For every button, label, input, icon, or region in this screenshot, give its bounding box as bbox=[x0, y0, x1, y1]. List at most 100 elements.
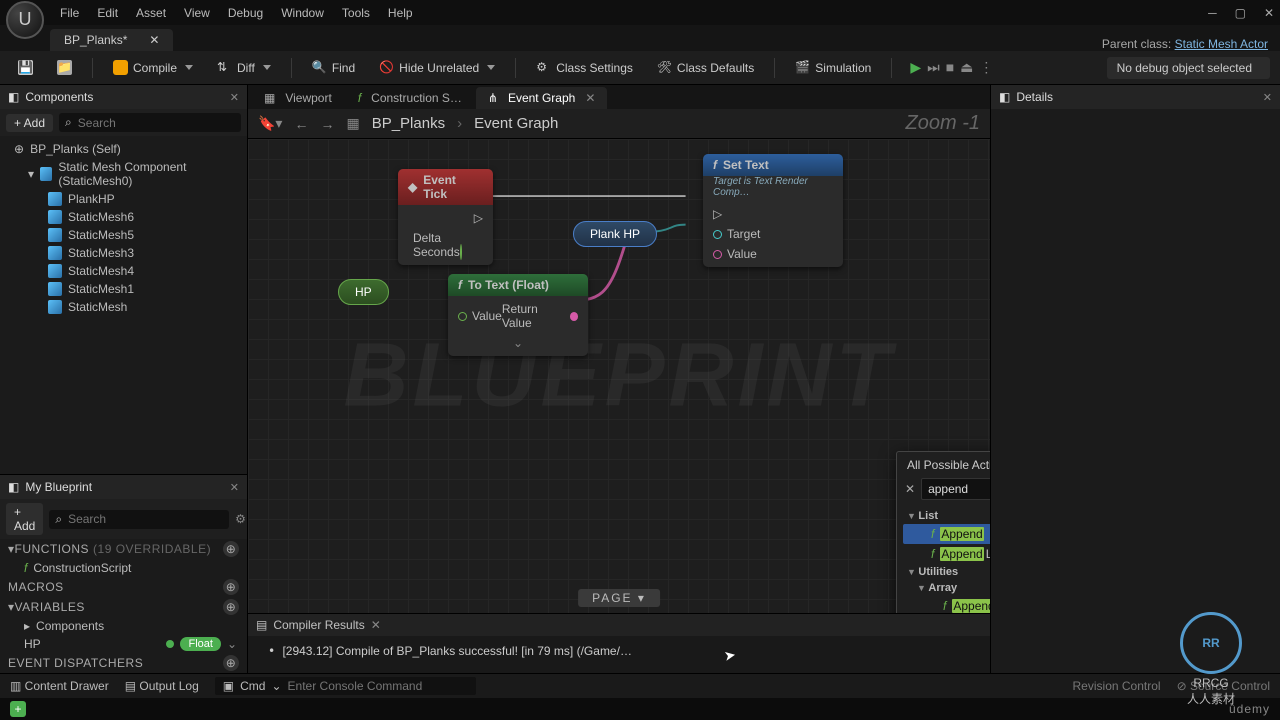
menu-view[interactable]: View bbox=[184, 6, 210, 20]
mesh-icon bbox=[48, 282, 62, 296]
console-input[interactable] bbox=[288, 679, 468, 693]
maximize-icon[interactable]: ▢ bbox=[1235, 6, 1246, 20]
tab-viewport[interactable]: ▦Viewport bbox=[252, 87, 344, 109]
minimize-icon[interactable]: ─ bbox=[1208, 6, 1217, 20]
tree-root[interactable]: ⊕BP_Planks (Self) bbox=[4, 140, 243, 158]
tree-item[interactable]: PlankHP bbox=[4, 190, 243, 208]
tree-item[interactable]: StaticMesh6 bbox=[4, 208, 243, 226]
tree-item[interactable]: StaticMesh1 bbox=[4, 280, 243, 298]
revision-control[interactable]: Revision Control bbox=[1073, 679, 1161, 693]
debug-object-selector[interactable]: No debug object selected bbox=[1107, 57, 1270, 79]
console-command[interactable]: ▣ Cmd ⌄ bbox=[215, 677, 476, 695]
blueprint-search-input[interactable] bbox=[68, 512, 223, 526]
menu-help[interactable]: Help bbox=[388, 6, 413, 20]
action-append-array[interactable]: fAppend Array bbox=[903, 596, 990, 613]
find-button[interactable]: 🔍Find bbox=[304, 56, 363, 79]
compiler-tab-label[interactable]: Compiler Results bbox=[273, 618, 364, 632]
action-append[interactable]: fAppend bbox=[903, 524, 990, 544]
output-log-button[interactable]: ▤ Output Log bbox=[125, 679, 199, 693]
menu-asset[interactable]: Asset bbox=[136, 6, 166, 20]
eject-icon[interactable]: ⏏ bbox=[960, 59, 973, 76]
chevron-down-icon[interactable]: ⌄ bbox=[227, 637, 237, 651]
step-icon[interactable]: ⏭ bbox=[927, 59, 940, 76]
parent-class-link[interactable]: Static Mesh Actor bbox=[1175, 37, 1268, 51]
node-event-tick[interactable]: ◆Event Tick ▷ Delta Seconds bbox=[398, 169, 493, 265]
my-blueprint-close-icon[interactable]: ✕ bbox=[230, 481, 239, 494]
compile-button[interactable]: Compile bbox=[105, 56, 201, 79]
tree-item[interactable]: StaticMesh4 bbox=[4, 262, 243, 280]
blueprint-search[interactable]: ⌕ bbox=[49, 510, 229, 529]
browse-icon[interactable]: 📁 bbox=[49, 56, 80, 79]
graph-grid-icon[interactable]: ▦ bbox=[346, 115, 359, 132]
class-defaults-button[interactable]: 🛠Class Defaults bbox=[649, 56, 762, 79]
add-tab-icon[interactable]: + bbox=[10, 701, 26, 717]
tree-item[interactable]: StaticMesh bbox=[4, 298, 243, 316]
components-subsection[interactable]: ▸ Components bbox=[0, 617, 247, 635]
document-tab-close-icon[interactable]: ✕ bbox=[149, 33, 159, 47]
class-settings-button[interactable]: ⚙Class Settings bbox=[528, 56, 641, 79]
context-search-input[interactable] bbox=[921, 478, 990, 500]
node-plank-hp[interactable]: Plank HP bbox=[573, 221, 657, 247]
cat-utilities[interactable]: Utilities bbox=[903, 564, 990, 580]
cat-array[interactable]: Array bbox=[903, 580, 990, 596]
action-append-list[interactable]: fAppend List bbox=[903, 544, 990, 564]
expand-icon[interactable]: ⌄ bbox=[458, 336, 578, 350]
play-options-icon[interactable]: ⋮ bbox=[979, 59, 993, 76]
page-indicator[interactable]: PAGE ▾ bbox=[578, 589, 660, 607]
add-macro-icon[interactable]: ⊕ bbox=[223, 579, 239, 595]
source-control[interactable]: ⊘ Source Control bbox=[1177, 679, 1270, 693]
event-graph-canvas[interactable]: BLUEPRINT ◆Event Tick ▷ Delta Seconds fS… bbox=[248, 139, 990, 613]
components-close-icon[interactable]: ✕ bbox=[230, 91, 239, 104]
menu-window[interactable]: Window bbox=[281, 6, 324, 20]
document-tab[interactable]: BP_Planks* ✕ bbox=[50, 29, 173, 51]
clear-search-icon[interactable]: ✕ bbox=[905, 482, 915, 496]
content-drawer-button[interactable]: ▥ Content Drawer bbox=[10, 679, 109, 693]
save-icon[interactable]: 💾 bbox=[10, 56, 41, 79]
node-to-text-float[interactable]: fTo Text (Float) Value Return Value ⌄ bbox=[448, 274, 588, 356]
components-search[interactable]: ⌕ bbox=[59, 113, 241, 132]
tab-event-graph[interactable]: ⋔Event Graph✕ bbox=[476, 87, 608, 109]
gear-icon[interactable]: ⚙ bbox=[235, 512, 246, 526]
details-close-icon[interactable]: ✕ bbox=[1263, 91, 1272, 104]
variable-hp[interactable]: HP Float ⌄ bbox=[0, 635, 247, 653]
add-component-button[interactable]: + Add bbox=[6, 114, 53, 132]
play-icon[interactable]: ▶ bbox=[910, 59, 921, 76]
event-dispatchers-section[interactable]: EVENT DISPATCHERS⊕ bbox=[0, 653, 247, 673]
breadcrumb-root[interactable]: BP_Planks bbox=[372, 115, 445, 132]
add-function-icon[interactable]: ⊕ bbox=[223, 541, 239, 557]
stop-icon[interactable]: ■ bbox=[946, 59, 954, 76]
construction-script-item[interactable]: f ConstructionScript bbox=[0, 559, 247, 577]
nav-forward-icon[interactable]: → bbox=[320, 116, 334, 132]
add-variable-icon[interactable]: ⊕ bbox=[223, 599, 239, 615]
components-search-input[interactable] bbox=[78, 116, 235, 130]
node-hp-variable[interactable]: HP bbox=[338, 279, 389, 305]
functions-section[interactable]: ▾ FUNCTIONS (19 OVERRIDABLE) ⊕ bbox=[0, 539, 247, 559]
tree-item[interactable]: StaticMesh3 bbox=[4, 244, 243, 262]
menu-debug[interactable]: Debug bbox=[228, 6, 263, 20]
hide-unrelated-button[interactable]: 🚫Hide Unrelated bbox=[371, 56, 503, 79]
tree-static-mesh-component[interactable]: ▾ Static Mesh Component (StaticMesh0) bbox=[4, 158, 243, 190]
mesh-icon bbox=[48, 210, 62, 224]
tab-close-icon[interactable]: ✕ bbox=[585, 91, 595, 105]
nav-back-icon[interactable]: ← bbox=[294, 116, 308, 132]
close-icon[interactable]: ✕ bbox=[1264, 6, 1274, 20]
float-type-dot-icon bbox=[166, 640, 174, 648]
menu-tools[interactable]: Tools bbox=[342, 6, 370, 20]
bookmark-icon[interactable]: 🔖▾ bbox=[258, 115, 282, 132]
add-blueprint-item-button[interactable]: + Add bbox=[6, 503, 43, 535]
components-toolbar: + Add ⌕ bbox=[0, 109, 247, 136]
breadcrumb-leaf[interactable]: Event Graph bbox=[474, 115, 558, 132]
compiler-close-icon[interactable]: ✕ bbox=[371, 618, 381, 632]
node-set-text[interactable]: fSet Text Target is Text Render Comp… ▷ … bbox=[703, 154, 843, 267]
variables-section[interactable]: ▾ VARIABLES⊕ bbox=[0, 597, 247, 617]
cat-list[interactable]: List bbox=[903, 508, 990, 524]
diff-button[interactable]: ⇅Diff bbox=[209, 56, 279, 79]
add-dispatcher-icon[interactable]: ⊕ bbox=[223, 655, 239, 671]
tab-construction[interactable]: fConstruction S… bbox=[346, 87, 474, 109]
menu-edit[interactable]: Edit bbox=[97, 6, 118, 20]
tree-item[interactable]: StaticMesh5 bbox=[4, 226, 243, 244]
macros-section[interactable]: MACROS⊕ bbox=[0, 577, 247, 597]
simulation-button[interactable]: 🎬Simulation bbox=[787, 56, 879, 79]
menu-file[interactable]: File bbox=[60, 6, 79, 20]
variable-type-pill[interactable]: Float bbox=[180, 637, 220, 651]
